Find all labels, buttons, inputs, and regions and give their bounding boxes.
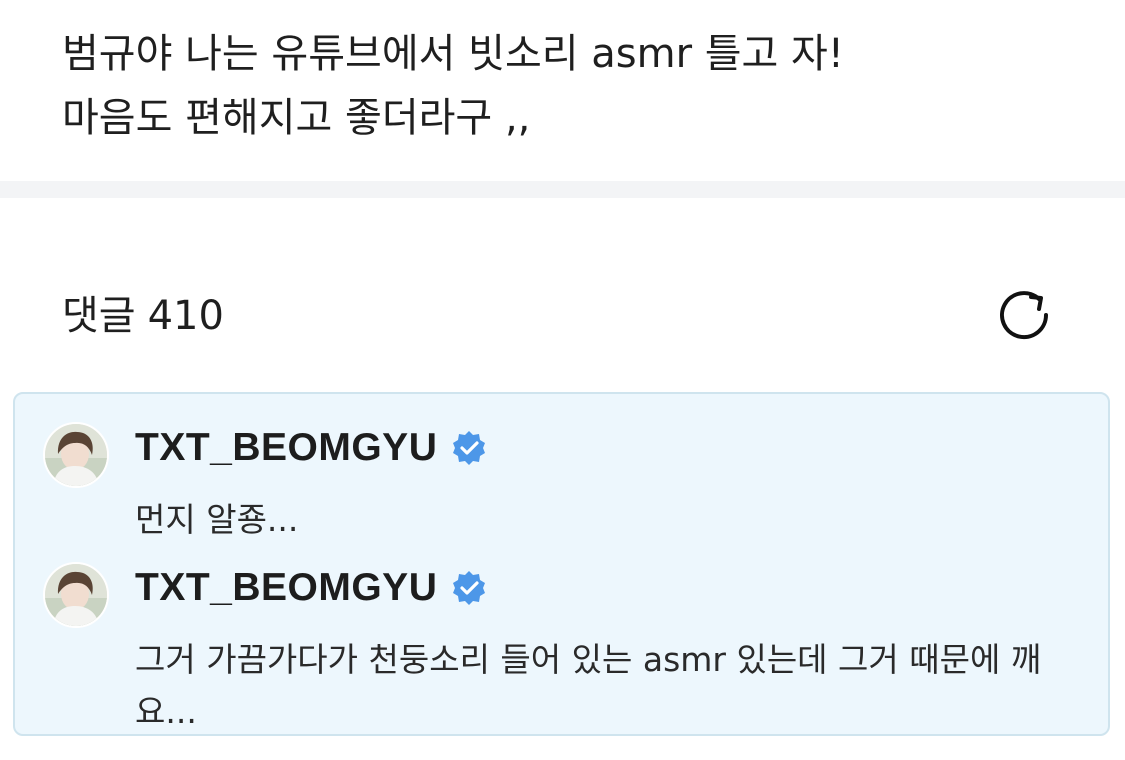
refresh-button[interactable] <box>992 284 1056 348</box>
refresh-icon <box>992 284 1056 348</box>
post-text-line-2: 마음도 편해지고 좋더라구 ,, <box>62 95 531 141</box>
comments-count: 410 <box>147 293 224 339</box>
avatar[interactable] <box>43 422 109 488</box>
username-row: TXT_BEOMGYU <box>135 424 487 472</box>
username[interactable]: TXT_BEOMGYU <box>135 566 437 610</box>
reply-text: 먼지 알죵... <box>135 500 299 539</box>
comments-title: 댓글 410 <box>62 290 224 342</box>
verified-badge-icon <box>451 430 487 466</box>
username[interactable]: TXT_BEOMGYU <box>135 426 437 470</box>
verified-badge-icon <box>451 570 487 606</box>
comments-label: 댓글 <box>62 293 136 339</box>
reply-thread: TXT_BEOMGYU 먼지 알죵... TXT_BEOMGYU 그거 가끔가다… <box>13 392 1110 736</box>
comments-header: 댓글 410 <box>62 282 1062 352</box>
section-divider <box>0 181 1125 198</box>
reply-text: 그거 가끔가다가 천둥소리 들어 있는 asmr 있는데 그거 때문에 깨요..… <box>135 640 1042 731</box>
post-body: 범규야 나는 유튜브에서 빗소리 asmr 틀고 자! 마음도 편해지고 좋더라… <box>62 22 1102 150</box>
avatar[interactable] <box>43 562 109 628</box>
post-text-line-1: 범규야 나는 유튜브에서 빗소리 asmr 틀고 자! <box>62 31 844 77</box>
username-row: TXT_BEOMGYU <box>135 564 487 612</box>
